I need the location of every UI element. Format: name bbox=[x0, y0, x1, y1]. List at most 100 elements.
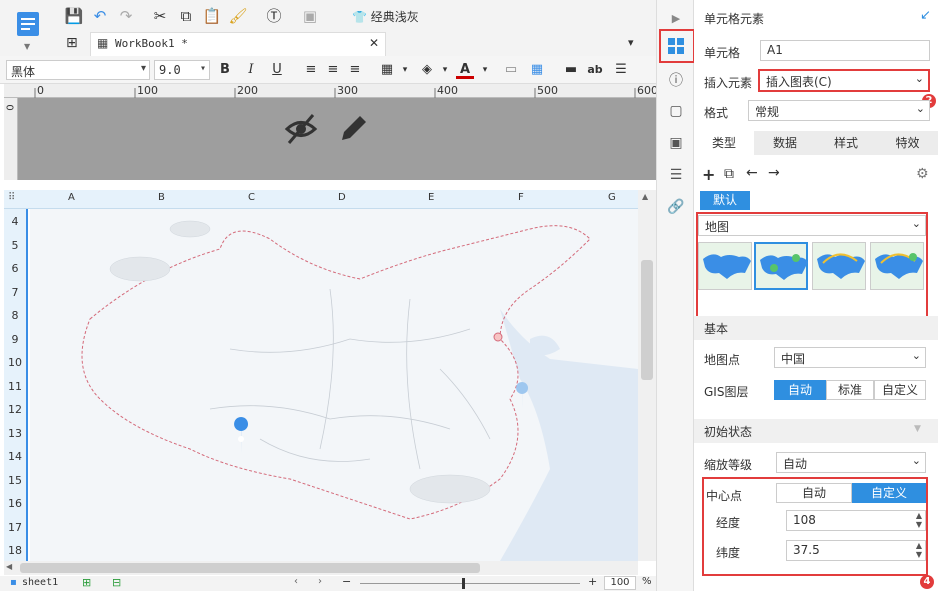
tab-menu-icon[interactable]: ▾ bbox=[628, 36, 634, 49]
column-label[interactable]: E bbox=[428, 192, 434, 203]
row-label[interactable]: 15 bbox=[4, 474, 26, 487]
text-ab-button[interactable]: ab bbox=[586, 61, 604, 79]
font-size-select[interactable]: 9.0 ▾ bbox=[154, 60, 210, 80]
scroll-up-icon[interactable]: ▲ bbox=[642, 192, 648, 201]
format-select[interactable]: 常规 ⌄ bbox=[748, 100, 930, 121]
zoom-out-icon[interactable]: − bbox=[342, 575, 351, 588]
fill-color-icon[interactable]: ◈ bbox=[418, 61, 436, 79]
row-label[interactable]: 8 bbox=[4, 309, 26, 322]
italic-button[interactable]: I bbox=[242, 61, 260, 79]
center-custom-option[interactable]: 自定义 bbox=[852, 483, 926, 503]
text-format-icon[interactable]: Ⓣ bbox=[264, 6, 284, 26]
scroll-left-icon[interactable]: ◀ bbox=[6, 562, 12, 571]
row-label[interactable]: 4 bbox=[4, 215, 26, 228]
theme-button[interactable]: 👕 经典浅灰 bbox=[352, 7, 419, 27]
merge-icon[interactable]: ▬ bbox=[562, 61, 580, 79]
scroll-thumb[interactable] bbox=[641, 260, 653, 380]
preview-icon[interactable]: ▣ bbox=[300, 6, 320, 26]
grid-add-icon[interactable]: ⊞ bbox=[66, 35, 78, 51]
sheet-tab[interactable]: sheet1 bbox=[22, 577, 58, 588]
hyperlink-icon[interactable]: 🔗 bbox=[667, 198, 685, 216]
move-left-icon[interactable]: ← bbox=[746, 165, 758, 181]
gear-icon[interactable]: ⚙ bbox=[916, 166, 929, 182]
column-label[interactable]: A bbox=[68, 192, 75, 203]
gis-standard-option[interactable]: 标准 bbox=[826, 380, 874, 400]
row-label[interactable]: 11 bbox=[4, 380, 26, 393]
column-label[interactable]: F bbox=[518, 192, 524, 203]
paste-icon[interactable]: 📋 bbox=[202, 6, 222, 26]
row-label[interactable]: 10 bbox=[4, 356, 26, 369]
row-label[interactable]: 14 bbox=[4, 450, 26, 463]
chevron-down-icon[interactable]: ▾ bbox=[476, 61, 494, 79]
prev-sheet-icon[interactable]: ‹ bbox=[294, 576, 298, 587]
row-label[interactable]: 12 bbox=[4, 403, 26, 416]
border-frame-icon[interactable]: ▢ bbox=[667, 102, 685, 120]
expand-arrow-icon[interactable]: ▶ bbox=[667, 10, 685, 28]
select-all-icon[interactable]: ⠿ bbox=[8, 192, 15, 203]
zoom-level-select[interactable]: 自动 ⌄ bbox=[776, 452, 926, 473]
stepper-icon[interactable]: ▲ ▼ bbox=[916, 511, 922, 529]
add-report-icon[interactable]: ⊟ bbox=[112, 576, 121, 589]
column-label[interactable]: C bbox=[248, 192, 255, 203]
vertical-scrollbar[interactable]: ▲ bbox=[638, 190, 656, 561]
tab-workbook[interactable]: ▦ WorkBook1 * ✕ bbox=[90, 32, 386, 56]
edit-pencil-icon[interactable] bbox=[336, 112, 368, 146]
row-label[interactable]: 6 bbox=[4, 262, 26, 275]
add-sheet-icon[interactable]: ⊞ bbox=[82, 576, 91, 589]
tab-type[interactable]: 类型 bbox=[694, 131, 754, 155]
align-right-icon[interactable]: ≡ bbox=[346, 61, 364, 79]
undo-icon[interactable]: ↶ bbox=[90, 6, 110, 26]
cut-icon[interactable]: ✂ bbox=[150, 6, 170, 26]
border-icon[interactable]: ▦ bbox=[378, 61, 396, 79]
chevron-down-icon[interactable]: ▾ bbox=[396, 61, 414, 79]
init-section-header[interactable]: 初始状态 ▼ bbox=[694, 419, 938, 443]
stepper-icon[interactable]: ▲ ▼ bbox=[916, 541, 922, 559]
horizontal-scrollbar[interactable]: ◀ bbox=[4, 561, 638, 575]
close-icon[interactable]: ✕ bbox=[369, 36, 379, 50]
map-point-select[interactable]: 中国 ⌄ bbox=[774, 347, 926, 368]
map-style-thumb-1[interactable] bbox=[698, 242, 752, 290]
font-color-button[interactable]: A bbox=[456, 61, 474, 79]
cell-style-icon[interactable]: ▭ bbox=[502, 61, 520, 79]
row-label[interactable]: 9 bbox=[4, 333, 26, 346]
cell-attribute-icon[interactable]: ⓘ bbox=[667, 72, 685, 90]
row-label[interactable]: 17 bbox=[4, 521, 26, 534]
align-center-icon[interactable]: ≡ bbox=[324, 61, 342, 79]
row-label[interactable]: 18 bbox=[4, 544, 26, 557]
longitude-input[interactable]: 108 ▲ ▼ bbox=[786, 510, 926, 531]
chevron-down-icon[interactable]: ▼ bbox=[24, 42, 30, 51]
widget-icon[interactable]: ▣ bbox=[667, 134, 685, 152]
app-logo-icon[interactable] bbox=[16, 10, 40, 40]
map-view[interactable] bbox=[30, 209, 638, 561]
column-label[interactable]: G bbox=[608, 192, 616, 203]
table-icon[interactable]: ▦ bbox=[528, 61, 546, 79]
condition-icon[interactable]: ☰ bbox=[667, 166, 685, 184]
zoom-slider[interactable] bbox=[360, 583, 580, 584]
zoom-value[interactable]: 100 bbox=[604, 576, 636, 590]
copy-icon[interactable]: ⧉ bbox=[724, 166, 734, 182]
align-left-icon[interactable]: ≡ bbox=[302, 61, 320, 79]
tab-effect[interactable]: 特效 bbox=[877, 131, 938, 155]
row-label[interactable]: 13 bbox=[4, 427, 26, 440]
map-style-thumb-4[interactable] bbox=[870, 242, 924, 290]
cell-element-icon[interactable] bbox=[667, 37, 685, 55]
row-label[interactable]: 16 bbox=[4, 497, 26, 510]
column-label[interactable]: D bbox=[338, 192, 346, 203]
zoom-slider-handle[interactable] bbox=[462, 578, 465, 589]
gis-custom-option[interactable]: 自定义 bbox=[874, 380, 926, 400]
bold-button[interactable]: B bbox=[216, 61, 234, 79]
row-label[interactable]: 7 bbox=[4, 286, 26, 299]
chevron-down-icon[interactable]: ▾ bbox=[436, 61, 454, 79]
font-name-select[interactable]: 黑体 ▾ bbox=[6, 60, 150, 80]
insert-element-select[interactable]: 插入图表(C) ⌄ bbox=[758, 69, 930, 92]
default-tag[interactable]: 默认 bbox=[700, 191, 750, 210]
cell-input[interactable]: A1 bbox=[760, 40, 930, 61]
center-auto-option[interactable]: 自动 bbox=[776, 483, 852, 503]
save-icon[interactable]: 💾 bbox=[64, 6, 84, 26]
map-style-thumb-2[interactable] bbox=[754, 242, 808, 290]
column-label[interactable]: B bbox=[158, 192, 165, 203]
row-label[interactable]: 5 bbox=[4, 239, 26, 252]
hscroll-thumb[interactable] bbox=[20, 563, 480, 573]
chart-type-select[interactable]: 地图 ⌄ bbox=[698, 215, 926, 236]
map-style-thumb-3[interactable] bbox=[812, 242, 866, 290]
